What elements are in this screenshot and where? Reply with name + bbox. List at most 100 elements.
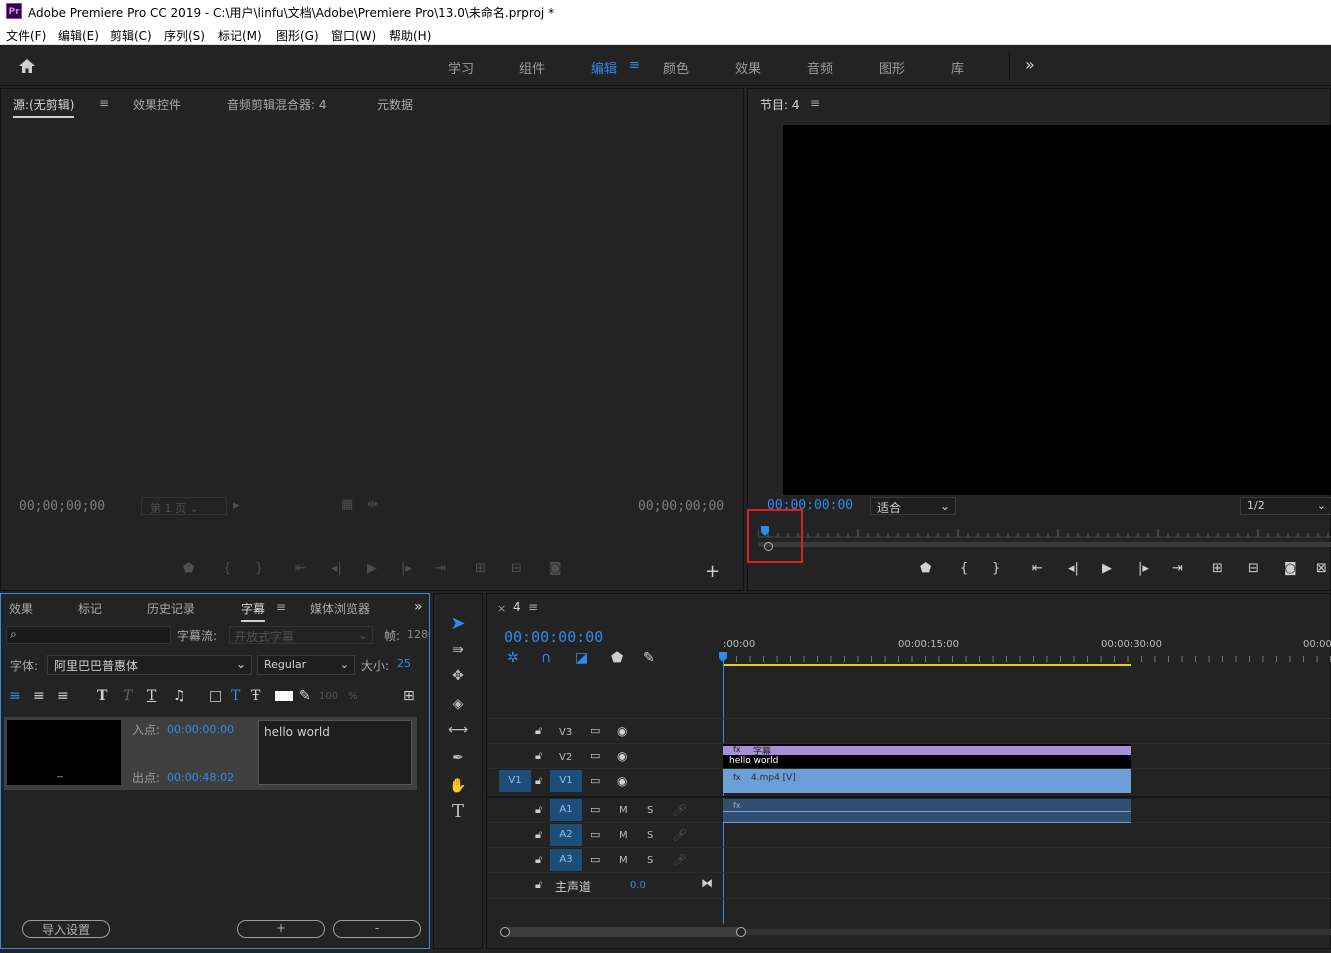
wrench-icon[interactable]: ✎ — [643, 650, 655, 666]
program-title[interactable]: 节目: 4 — [760, 96, 800, 113]
menu-marker[interactable]: 标记(M) — [218, 27, 262, 44]
scroll-handle-left-icon[interactable] — [500, 927, 510, 937]
align-left-icon[interactable]: ≡ — [9, 688, 21, 704]
workspace-menu-icon[interactable]: ≡ — [629, 58, 640, 73]
step-forward-icon[interactable]: |▸ — [1138, 561, 1149, 576]
solo-button[interactable]: S — [647, 830, 653, 841]
program-menu-icon[interactable]: ≡ — [810, 96, 820, 110]
workspace-tab-libraries[interactable]: 库 — [951, 58, 964, 77]
eye-icon[interactable]: ◉ — [617, 774, 627, 788]
mark-in-icon[interactable]: { — [960, 561, 968, 576]
go-to-out-icon[interactable]: ⇥ — [1172, 561, 1183, 576]
slip-tool-icon[interactable]: ⟷ — [446, 718, 470, 742]
track-lock-icon[interactable]: 🔓︎ — [535, 774, 542, 788]
add-button-icon[interactable]: + — [705, 561, 720, 582]
add-marker-icon[interactable]: ⬟ — [920, 561, 931, 576]
mute-button[interactable]: M — [619, 830, 628, 841]
mute-button[interactable]: M — [619, 855, 628, 866]
align-right-icon[interactable]: ≡ — [57, 688, 69, 704]
out-point-value[interactable]: 00:00:48:02 — [167, 771, 234, 784]
tab-audio-clip-mixer[interactable]: 音频剪辑混合器: 4 — [227, 96, 327, 113]
workspace-tab-graphics[interactable]: 图形 — [879, 58, 905, 77]
music-note-icon[interactable]: ♫ — [173, 688, 186, 704]
timeline-scroll-thumb[interactable] — [505, 927, 741, 937]
master-volume-value[interactable]: 0.0 — [630, 880, 646, 891]
font-select[interactable]: 阿里巴巴普惠体 ⌄ — [47, 655, 252, 675]
tab-media-browser[interactable]: 媒体浏览器 — [310, 600, 370, 617]
eyedropper-icon[interactable]: ✎ — [299, 688, 311, 704]
workspace-tab-editing[interactable]: 编辑 — [591, 58, 617, 77]
microphone-icon[interactable]: 🎤︎ — [672, 803, 687, 817]
bold-icon[interactable]: T — [97, 688, 107, 704]
tab-captions[interactable]: 字幕 — [241, 600, 266, 622]
position-grid-icon[interactable]: ⊞ — [403, 688, 415, 704]
font-style-select[interactable]: Regular ⌄ — [257, 655, 355, 675]
pen-tool-icon[interactable]: ✒ — [446, 746, 470, 770]
menu-graphics[interactable]: 图形(G) — [276, 27, 319, 44]
underline-icon[interactable]: T — [147, 688, 156, 704]
sync-lock-icon[interactable]: ▭ — [590, 853, 600, 866]
track-lock-icon[interactable]: 🔓︎ — [535, 749, 542, 763]
track-target-a1[interactable]: A1 — [550, 799, 582, 821]
background-color-icon[interactable]: □ — [209, 688, 222, 704]
resolution-select[interactable]: 1/2 ⌄ — [1240, 497, 1331, 515]
source-tab-menu-icon[interactable]: ≡ — [99, 96, 109, 110]
scroll-handle-right-icon[interactable] — [736, 927, 746, 937]
workspace-tab-audio[interactable]: 音频 — [807, 58, 833, 77]
track-target-v1[interactable]: V1 — [550, 770, 582, 792]
solo-button[interactable]: S — [647, 855, 653, 866]
hand-tool-icon[interactable]: ✋ — [446, 774, 470, 798]
close-sequence-icon[interactable]: × — [497, 602, 506, 615]
menu-sequence[interactable]: 序列(S) — [164, 27, 205, 44]
master-level-icon[interactable]: ⧓ — [701, 876, 713, 890]
track-lock-icon[interactable]: 🔓︎ — [535, 878, 542, 892]
video-clip[interactable]: fx 4.mp4 [V] — [723, 769, 1131, 793]
button-editor-icon[interactable]: ⊠ — [1316, 561, 1327, 576]
panel-overflow-icon[interactable]: » — [414, 599, 423, 615]
size-value[interactable]: 25 — [397, 657, 411, 670]
workspace-tab-effects[interactable]: 效果 — [735, 58, 761, 77]
tab-source[interactable]: 源:(无剪辑) — [13, 96, 75, 118]
timeline-timecode[interactable]: 00:00:00:00 — [504, 628, 603, 646]
menu-help[interactable]: 帮助(H) — [389, 27, 431, 44]
source-patch-v1[interactable]: V1 — [499, 770, 531, 792]
menu-edit[interactable]: 编辑(E) — [58, 27, 99, 44]
lift-icon[interactable]: ⊞ — [1212, 561, 1223, 576]
workspace-tab-color[interactable]: 颜色 — [663, 58, 689, 77]
eye-icon[interactable]: ◉ — [617, 749, 627, 763]
razor-tool-icon[interactable]: ◈ — [446, 692, 470, 716]
menu-window[interactable]: 窗口(W) — [331, 27, 376, 44]
fit-select[interactable]: 适合 ⌄ — [870, 497, 956, 515]
in-point-value[interactable]: 00:00:00:00 — [167, 723, 234, 736]
caption-list-item[interactable]: -- 入点: 00:00:00:00 出点: 00:00:48:02 hello… — [4, 717, 417, 790]
workspace-tab-learn[interactable]: 学习 — [448, 58, 474, 77]
program-time-ruler[interactable] — [758, 523, 1331, 549]
selection-tool-icon[interactable]: ➤ — [446, 612, 470, 636]
source-timecode-in[interactable]: 00;00;00;00 — [19, 499, 105, 514]
sync-lock-icon[interactable]: ▭ — [590, 749, 600, 762]
remove-caption-button[interactable]: - — [333, 920, 421, 938]
align-center-icon[interactable]: ≡ — [33, 688, 45, 704]
eye-icon[interactable]: ◉ — [617, 724, 627, 738]
microphone-icon[interactable]: 🎤︎ — [672, 853, 687, 867]
track-lock-icon[interactable]: 🔓︎ — [535, 853, 542, 867]
edge-color-icon[interactable]: Ŧ — [251, 688, 260, 704]
track-select-tool-icon[interactable]: ⇛ — [446, 638, 470, 662]
linked-selection-icon[interactable]: ◪ — [575, 650, 588, 666]
timeline-playhead-icon[interactable] — [719, 652, 728, 664]
extract-icon[interactable]: ⊟ — [1248, 561, 1259, 576]
tab-metadata[interactable]: 元数据 — [377, 96, 413, 113]
mark-out-icon[interactable]: } — [992, 561, 1000, 576]
sequence-menu-icon[interactable]: ≡ — [528, 600, 538, 614]
color-swatch[interactable] — [275, 691, 293, 701]
sequence-tab[interactable]: 4 — [513, 600, 521, 614]
sync-lock-icon[interactable]: ▭ — [590, 803, 600, 816]
track-target-a2[interactable]: A2 — [550, 824, 582, 846]
sync-lock-icon[interactable]: ▭ — [590, 724, 600, 737]
caption-clip[interactable]: fx 字幕 hello world — [723, 744, 1131, 768]
menu-clip[interactable]: 剪辑(C) — [110, 27, 152, 44]
workspace-tab-assembly[interactable]: 组件 — [519, 58, 545, 77]
import-settings-button[interactable]: 导入设置 — [22, 920, 110, 938]
caption-search-input[interactable]: ⌕ — [6, 626, 171, 644]
add-caption-button[interactable]: + — [237, 920, 325, 938]
